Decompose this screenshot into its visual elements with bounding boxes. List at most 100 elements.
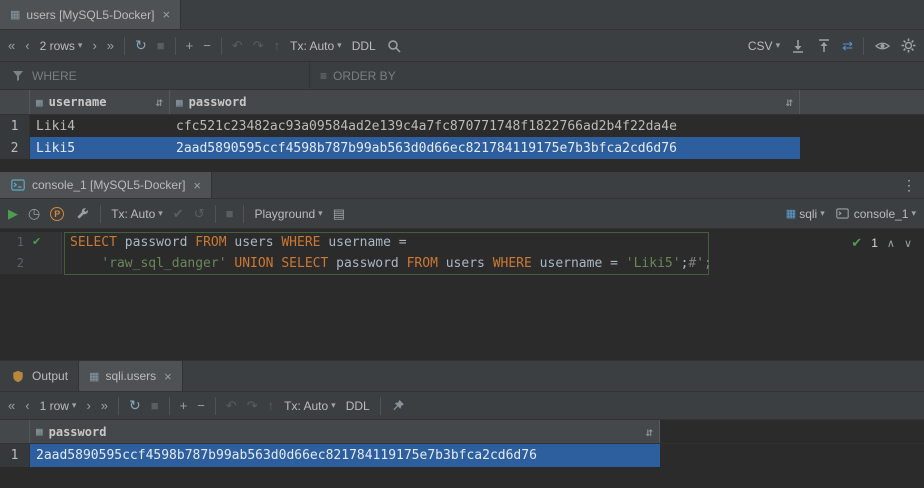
compare-sync-icon[interactable]: ⇄ (842, 38, 853, 54)
divider (215, 397, 216, 415)
delete-row-button[interactable]: − (197, 398, 205, 413)
success-check-icon: ✔ (851, 235, 862, 251)
prev-page-button[interactable]: ‹ (25, 38, 29, 53)
result-grid-header: ▦ password ⇵ (0, 420, 924, 444)
close-icon[interactable]: × (164, 369, 172, 384)
tx-mode-dropdown[interactable]: Tx: Auto▾ (290, 39, 342, 53)
line-number: 1 (0, 232, 24, 253)
splitter[interactable] (0, 159, 924, 172)
output-layout-icon[interactable]: ▤ (333, 206, 345, 222)
order-by-icon: ≡ (320, 69, 327, 83)
column-header-password[interactable]: ▦ password ⇵ (30, 420, 660, 443)
search-icon[interactable] (386, 38, 402, 54)
stop-icon: ■ (226, 206, 234, 221)
next-page-button[interactable]: › (86, 398, 90, 413)
editor-line[interactable]: 1 ✔ SELECT password FROM users WHERE use… (0, 232, 924, 253)
tab-output[interactable]: Output (0, 361, 79, 391)
sort-icon[interactable]: ⇵ (156, 95, 163, 109)
ddl-button[interactable]: DDL (346, 399, 370, 413)
last-page-button[interactable]: » (101, 398, 108, 413)
run-icon[interactable]: ▶ (8, 206, 18, 222)
redo-icon: ↷ (253, 38, 264, 54)
last-page-button[interactable]: » (107, 38, 114, 53)
import-data-icon[interactable] (816, 38, 832, 54)
export-data-icon[interactable] (790, 38, 806, 54)
page-size-dropdown[interactable]: 2 rows▾ (40, 39, 83, 53)
tab-console[interactable]: console_1 [MySQL5-Docker] × (0, 172, 212, 198)
add-row-button[interactable]: + (180, 398, 188, 413)
column-icon: ▦ (176, 96, 183, 109)
table-row[interactable]: 1 Liki4 cfc521c23482ac93a09584ad2e139c4a… (0, 115, 924, 137)
cell-password[interactable]: 2aad5890595ccf4598b787b99ab563d0d66ec821… (30, 444, 660, 467)
ddl-button[interactable]: DDL (352, 39, 376, 53)
schema-icon: ▦ (786, 207, 796, 220)
export-format-dropdown[interactable]: CSV▾ (748, 39, 780, 53)
submit-icon: ↑ (268, 398, 275, 413)
commit-icon: ✔ (173, 206, 184, 222)
delete-row-button[interactable]: − (203, 38, 211, 53)
refresh-icon[interactable]: ↻ (129, 397, 141, 414)
cell-username[interactable]: Liki5 (30, 137, 170, 159)
editor-gutter: 1 ✔ (0, 232, 62, 253)
undo-icon: ↶ (226, 398, 237, 414)
cell-password[interactable]: cfc521c23482ac93a09584ad2e139c4a7fc87077… (170, 115, 800, 137)
row-filler (800, 115, 924, 137)
sql-code-line[interactable]: SELECT password FROM users WHERE usernam… (62, 232, 407, 253)
users-grid-header: ▦ username ⇵ ▦ password ⇵ (0, 90, 924, 115)
divider (221, 37, 222, 55)
history-clock-icon[interactable]: ◷ (28, 205, 40, 222)
where-filter-input[interactable]: WHERE (0, 62, 310, 89)
tab-console-label: console_1 [MySQL5-Docker] (32, 178, 185, 192)
line-number: 2 (0, 253, 24, 274)
table-row-selected[interactable]: 1 2aad5890595ccf4598b787b99ab563d0d66ec8… (0, 444, 924, 467)
sort-icon[interactable]: ⇵ (646, 425, 653, 439)
divider (863, 37, 864, 55)
first-page-button[interactable]: « (8, 38, 15, 53)
gear-icon[interactable] (900, 38, 916, 54)
close-icon[interactable]: × (193, 178, 201, 193)
session-dropdown[interactable]: console_1▾ (835, 206, 916, 222)
column-header-password[interactable]: ▦ password ⇵ (170, 90, 800, 114)
result-count: 1 (871, 236, 878, 250)
playground-mode-dropdown[interactable]: Playground▾ (254, 207, 322, 221)
tab-result-grid[interactable]: ▦ sqli.users × (79, 361, 183, 391)
more-options-icon[interactable]: ⋮ (894, 177, 924, 194)
editor-gutter: 2 (0, 253, 62, 274)
stop-icon: ■ (157, 38, 165, 53)
schema-dropdown[interactable]: ▦sqli▾ (786, 207, 825, 221)
tab-result-label: sqli.users (105, 369, 156, 383)
sql-editor[interactable]: 1 ✔ SELECT password FROM users WHERE use… (0, 229, 924, 360)
cell-username[interactable]: Liki4 (30, 115, 170, 137)
wrench-icon[interactable] (74, 206, 90, 222)
pin-tab-icon[interactable] (391, 398, 407, 414)
prev-page-button[interactable]: ‹ (25, 398, 29, 413)
divider (380, 397, 381, 415)
editor-line[interactable]: 2 'raw_sql_danger' UNION SELECT password… (0, 253, 924, 274)
prev-result-icon[interactable]: ∧ (887, 237, 895, 250)
tx-mode-dropdown[interactable]: Tx: Auto▾ (111, 207, 163, 221)
close-icon[interactable]: × (162, 7, 170, 22)
tab-users-grid[interactable]: ▦ users [MySQL5-Docker] × (0, 0, 181, 29)
next-result-icon[interactable]: ∨ (904, 237, 912, 250)
rollback-icon: ↺ (194, 206, 205, 222)
add-row-button[interactable]: + (186, 38, 194, 53)
table-row-selected[interactable]: 2 Liki5 2aad5890595ccf4598b787b99ab563d0… (0, 137, 924, 159)
tx-mode-dropdown[interactable]: Tx: Auto▾ (284, 399, 336, 413)
parameters-icon[interactable]: P (50, 207, 64, 221)
cell-password[interactable]: 2aad5890595ccf4598b787b99ab563d0d66ec821… (170, 137, 800, 159)
chevron-down-icon: ▾ (911, 208, 916, 219)
chevron-down-icon: ▾ (78, 40, 83, 51)
view-options-eye-icon[interactable] (874, 38, 890, 54)
sql-code-line[interactable]: 'raw_sql_danger' UNION SELECT password F… (62, 253, 712, 274)
sort-icon[interactable]: ⇵ (786, 95, 793, 109)
console-tab-bar: console_1 [MySQL5-Docker] × ⋮ (0, 172, 924, 199)
page-size-dropdown[interactable]: 1 row▾ (40, 399, 77, 413)
order-by-filter-input[interactable]: ≡ ORDER BY (310, 62, 406, 89)
app-window: ▦ users [MySQL5-Docker] × « ‹ 2 rows▾ › … (0, 0, 924, 488)
column-header-username[interactable]: ▦ username ⇵ (30, 90, 170, 114)
next-page-button[interactable]: › (92, 38, 96, 53)
first-page-button[interactable]: « (8, 398, 15, 413)
divider (243, 205, 244, 223)
refresh-icon[interactable]: ↻ (135, 37, 147, 54)
chevron-down-icon: ▾ (72, 400, 77, 411)
